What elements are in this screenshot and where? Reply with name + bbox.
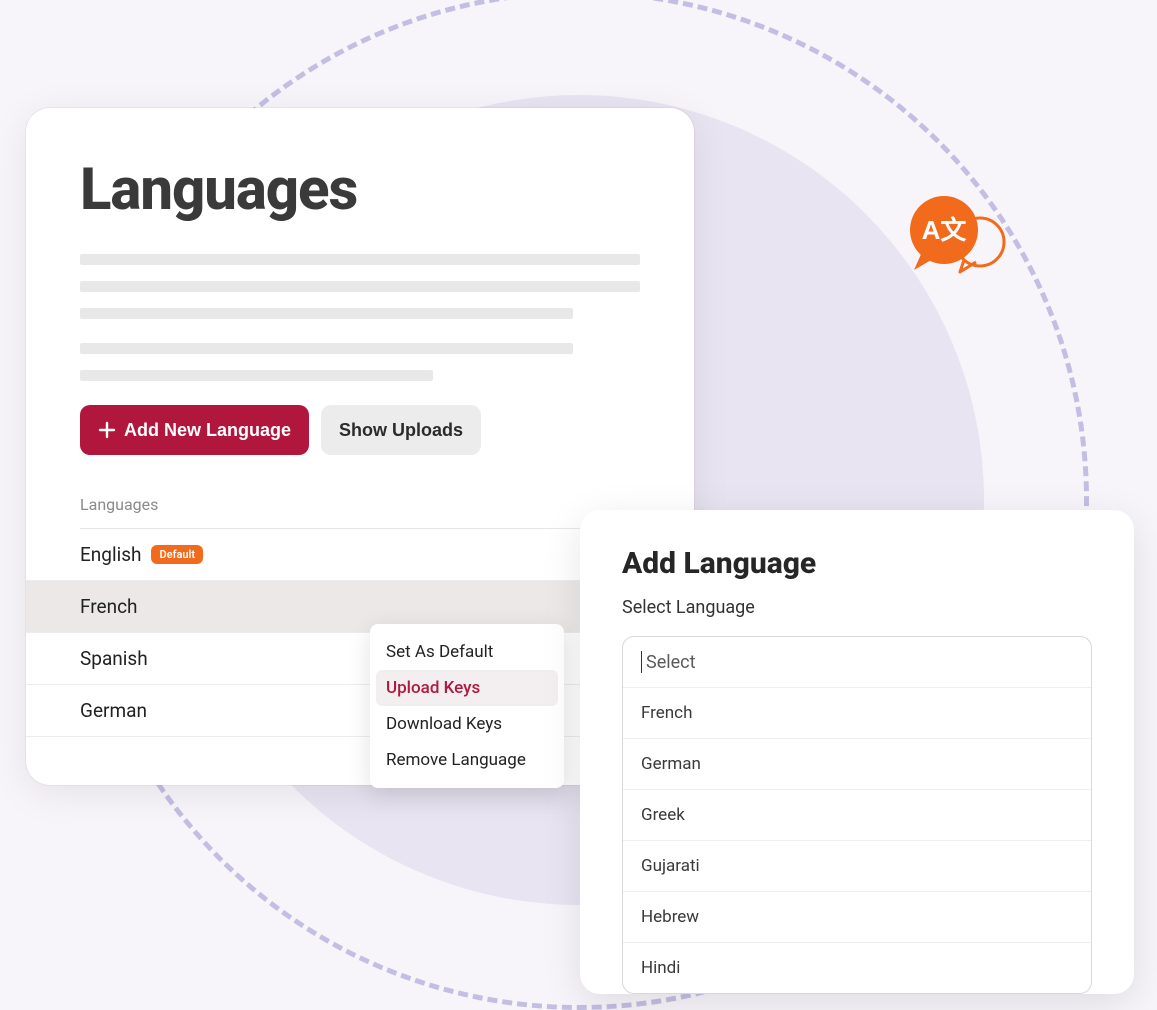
select-input[interactable]: Select	[623, 637, 1091, 688]
text-cursor	[641, 651, 642, 673]
default-badge: Default	[151, 545, 203, 564]
add-language-label: Add New Language	[124, 420, 291, 441]
show-uploads-label: Show Uploads	[339, 420, 463, 441]
skeleton-line	[80, 343, 573, 354]
language-option[interactable]: Greek	[623, 790, 1091, 841]
skeleton-line	[80, 370, 433, 381]
menu-item[interactable]: Set As Default	[376, 634, 558, 670]
description-placeholder	[80, 254, 640, 319]
language-name: Spanish	[80, 647, 148, 670]
skeleton-line	[80, 281, 640, 292]
menu-item[interactable]: Download Keys	[376, 706, 558, 742]
translate-icon-badge: A文	[900, 190, 1010, 294]
language-option[interactable]: Hindi	[623, 943, 1091, 993]
select-placeholder: Select	[646, 652, 695, 673]
skeleton-line	[80, 308, 573, 319]
skeleton-line	[80, 254, 640, 265]
options-list: FrenchGermanGreekGujaratiHebrewHindi	[623, 688, 1091, 993]
add-language-button[interactable]: Add New Language	[80, 405, 309, 455]
select-language-label: Select Language	[622, 597, 1092, 618]
add-language-panel: Add Language Select Language Select Fren…	[580, 510, 1134, 994]
language-option[interactable]: Hebrew	[623, 892, 1091, 943]
menu-item[interactable]: Remove Language	[376, 742, 558, 778]
menu-item[interactable]: Upload Keys	[376, 670, 558, 706]
svg-text:A文: A文	[922, 215, 968, 245]
action-buttons: Add New Language Show Uploads	[80, 405, 640, 455]
context-menu: Set As DefaultUpload KeysDownload KeysRe…	[370, 624, 564, 788]
list-header: Languages	[80, 495, 640, 529]
language-option[interactable]: French	[623, 688, 1091, 739]
add-language-title: Add Language	[622, 546, 1092, 581]
language-name: French	[80, 595, 138, 618]
show-uploads-button[interactable]: Show Uploads	[321, 405, 481, 455]
language-select[interactable]: Select FrenchGermanGreekGujaratiHebrewHi…	[622, 636, 1092, 994]
plus-icon	[98, 421, 116, 439]
language-option[interactable]: Gujarati	[623, 841, 1091, 892]
language-name: English	[80, 543, 141, 566]
language-name: German	[80, 699, 147, 722]
description-placeholder-2	[80, 343, 640, 381]
language-option[interactable]: German	[623, 739, 1091, 790]
page-title: Languages	[80, 156, 640, 224]
